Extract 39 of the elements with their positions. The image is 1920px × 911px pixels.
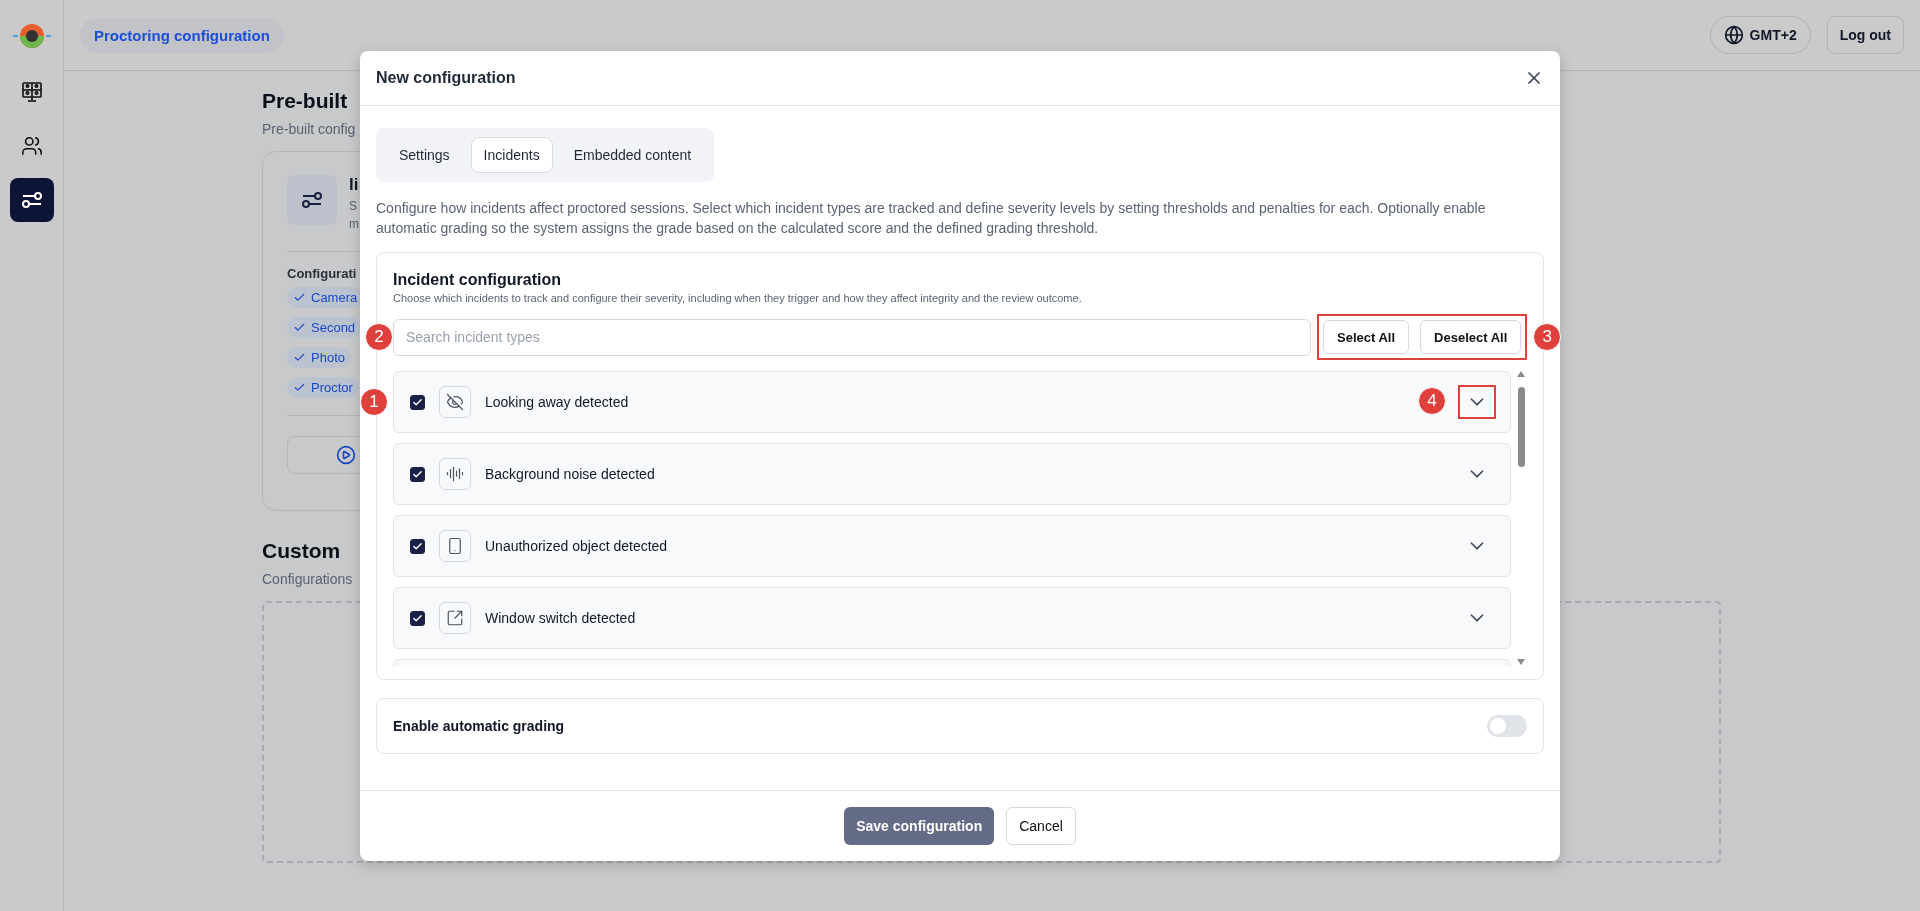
incident-row[interactable]: Unauthorized object detected — [393, 515, 1511, 577]
config-label: Configurati — [287, 266, 357, 281]
logout-button[interactable]: Log out — [1826, 16, 1904, 54]
cancel-button[interactable]: Cancel — [1006, 807, 1076, 845]
tab[interactable]: Incidents — [470, 137, 553, 173]
tag-label: Photo — [311, 350, 345, 365]
section-subtitle: Pre-built config — [262, 121, 356, 137]
breadcrumb[interactable]: Proctoring configuration — [80, 17, 284, 53]
bulk-select-button[interactable]: Select All — [1323, 320, 1410, 354]
card-description: S — [349, 199, 358, 213]
section-title: Pre-built — [262, 89, 348, 113]
section-title: Custom — [262, 539, 341, 563]
search-field[interactable]: Search incident types — [393, 318, 1311, 356]
annotation-marker: 3 — [1533, 323, 1562, 351]
card-description: m — [349, 217, 359, 231]
incident-row[interactable]: Background noise detected — [393, 443, 1511, 505]
description: Configure how incidents affect proctored sessions. Select which incident types are tracked and define severity levels by setting thresholds and penalties for each. Optionally enable automatic grading so the system assigns the grade based on the calculated score and the defined grading threshold. — [376, 199, 1487, 238]
annotation-marker: 2 — [365, 322, 393, 351]
tag-label: Camera — [311, 290, 358, 305]
incident-name: Unauthorized object detected — [485, 538, 668, 554]
annotation-marker: 1 — [360, 388, 388, 416]
tab[interactable]: Embedded content — [560, 137, 705, 173]
bulk-select-button[interactable]: Deselect All — [1420, 320, 1522, 354]
grading-label: Enable automatic grading — [393, 718, 565, 734]
annotation-marker: 4 — [1418, 387, 1446, 415]
card-subtitle: Choose which incidents to track and configure their severity, including when they trigger and how they affect integrity and the review outcome. — [393, 292, 1083, 304]
save-button[interactable]: Save configuration — [844, 807, 995, 845]
card-title: li — [349, 175, 359, 195]
tag-label: Proctor — [311, 380, 353, 395]
section-subtitle: Configurations — [262, 571, 353, 587]
incident-row[interactable]: Window switch detected — [393, 587, 1511, 649]
tab[interactable]: Settings — [386, 137, 463, 173]
dialog-title: New configuration — [376, 69, 516, 87]
incident-name: Window switch detected — [485, 610, 636, 626]
card-title: Incident configuration — [393, 271, 562, 289]
incident-name: Looking away detected — [485, 394, 629, 410]
tag-label: Second — [311, 320, 356, 335]
incident-row[interactable]: Looking away detected 4 — [393, 371, 1511, 433]
incident-name: Background noise detected — [485, 466, 655, 482]
